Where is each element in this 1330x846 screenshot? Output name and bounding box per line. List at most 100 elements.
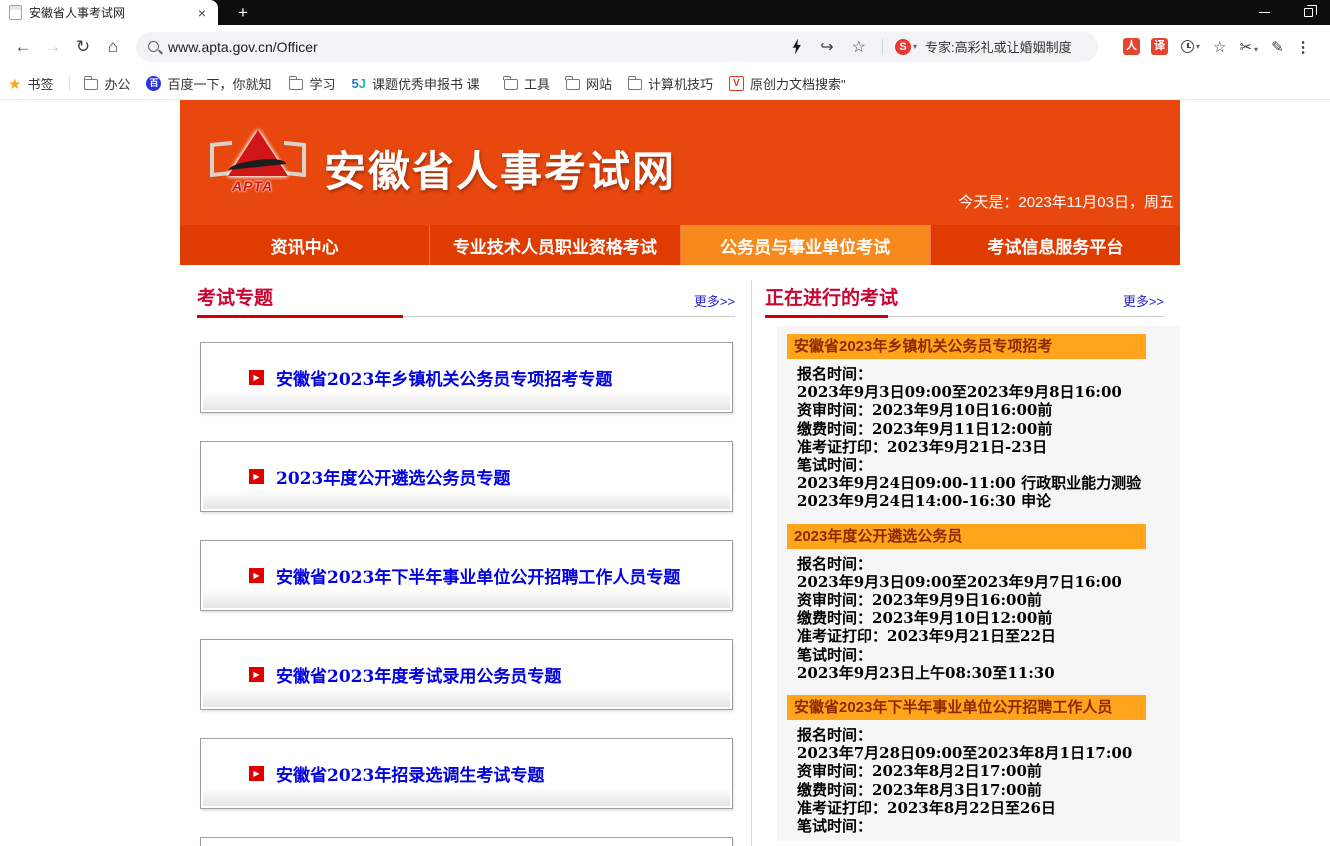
bookmark-keti[interactable]: 5J 课题优秀申报书 课 — [352, 74, 488, 93]
browser-tab[interactable]: 安徽省人事考试网 × — [0, 0, 218, 25]
bookmark-folder-sites[interactable]: 网站 — [566, 74, 612, 93]
play-icon: ▶ — [249, 667, 264, 682]
refresh-button[interactable]: ↻ — [68, 37, 98, 57]
maximize-button[interactable] — [1286, 4, 1330, 22]
topic-link[interactable]: 2023年度公开遴选公务员专题 — [276, 464, 510, 489]
favorites-star-icon[interactable]: ☆ — [1213, 38, 1226, 56]
exam-detail-line: 报名时间： — [787, 726, 1180, 744]
bookmark-folder-office[interactable]: 办公 — [84, 74, 130, 93]
ongoing-exams-column: 正在进行的考试 更多>> 安徽省2023年乡镇机关公务员专项招考 报名时间： 2… — [752, 265, 1180, 841]
site-title: 安徽省人事考试网 — [324, 138, 676, 199]
exam-detail-line: 2023年9月3日09:00至2023年9月7日16:00 — [787, 573, 1180, 591]
list-item[interactable]: ▶ 安徽省2023年下半年事业单位公开招聘工作人员专题 — [200, 540, 733, 611]
bookmark-baidu[interactable]: 百 百度一下，你就知 — [146, 74, 273, 93]
exam-detail-line: 报名时间： — [787, 555, 1180, 573]
browser-window: 安徽省人事考试网 × + ← → ↻ ⌂ www.apta.gov.cn/Off… — [0, 0, 1330, 846]
exam-detail-line: 报名时间： — [787, 365, 1180, 383]
history-button[interactable]: ▾ — [1181, 40, 1200, 53]
list-item[interactable]: ▶ 安徽省2023年乡镇机关公务员专项招考专题 — [200, 342, 733, 413]
bookmarks-root[interactable]: ★ 书签 — [8, 74, 53, 93]
5j-icon: 5J — [352, 76, 366, 91]
nav-item-exam-service-platform[interactable]: 考试信息服务平台 — [930, 225, 1180, 265]
more-link[interactable]: 更多>> — [1123, 291, 1164, 310]
url-text[interactable]: www.apta.gov.cn/Officer — [168, 39, 773, 55]
pen-icon[interactable]: ✎ — [1271, 38, 1284, 56]
exam-detail-line: 资审时间：2023年8月2日17:00前 — [787, 762, 1180, 780]
page-viewport: APTA 安徽省人事考试网 今天是：2023年11月03日，周五 资讯中心 专业… — [0, 100, 1330, 846]
nav-item-civil-servant-exams[interactable]: 公务员与事业单位考试 — [680, 225, 930, 265]
main-content: 考试专题 更多>> ▶ 安徽省2023年乡镇机关公务员专项招考专题 ▶ 2023… — [180, 265, 1180, 846]
maximize-icon — [1304, 8, 1313, 17]
section-underline — [765, 315, 888, 318]
chevron-down-icon: ▾ — [1254, 45, 1258, 54]
browser-menu-icon[interactable]: ⋮ — [1296, 38, 1311, 56]
bookmark-folder-tools[interactable]: 工具 — [504, 74, 550, 93]
tab-close-icon[interactable]: × — [194, 5, 210, 21]
tab-strip: 安徽省人事考试网 × + — [0, 0, 1330, 25]
exam-topics-list: ▶ 安徽省2023年乡镇机关公务员专项招考专题 ▶ 2023年度公开遴选公务员专… — [200, 342, 752, 846]
exam-detail-line: 2023年9月24日14:00-16:30 申论 — [787, 492, 1180, 510]
section-underline — [197, 315, 403, 318]
exam-topics-column: 考试专题 更多>> ▶ 安徽省2023年乡镇机关公务员专项招考专题 ▶ 2023… — [180, 265, 752, 846]
forward-button[interactable]: → — [38, 37, 68, 57]
lightning-icon[interactable] — [791, 39, 802, 55]
list-item[interactable]: ▶ 安徽省2023年度考试录用公务员专题 — [200, 639, 733, 710]
bookmark-folder-computer-tips[interactable]: 计算机技巧 — [628, 74, 713, 93]
topic-link[interactable]: 安徽省2023年下半年事业单位公开招聘工作人员专题 — [276, 563, 680, 588]
exam-block: 2023年度公开遴选公务员 报名时间： 2023年9月3日09:00至2023年… — [787, 524, 1180, 682]
folder-icon — [289, 79, 303, 90]
exam-banner[interactable]: 安徽省2023年乡镇机关公务员专项招考 — [787, 334, 1146, 359]
play-icon: ▶ — [249, 370, 264, 385]
date-line: 今天是：2023年11月03日，周五 — [958, 191, 1174, 212]
share-icon[interactable]: ↪ — [820, 37, 833, 57]
news-ticker-text[interactable]: 专家:高彩礼或让婚姻制度 — [925, 37, 1088, 56]
home-button[interactable]: ⌂ — [98, 37, 128, 57]
browser-toolbar: ← → ↻ ⌂ www.apta.gov.cn/Officer ↪ ☆ S ▾ … — [0, 25, 1330, 68]
exam-topics-header: 考试专题 更多>> — [197, 283, 735, 317]
chevron-down-icon: ▾ — [1196, 42, 1200, 51]
list-item[interactable]: ▶ 2023年度公开遴选公务员专题 — [200, 441, 733, 512]
topic-link[interactable]: 安徽省2023年招录选调生考试专题 — [276, 761, 544, 786]
exam-detail-line: 笔试时间： — [787, 817, 1180, 835]
new-tab-button[interactable]: + — [238, 2, 248, 23]
topic-link[interactable]: 安徽省2023年度考试录用公务员专题 — [276, 662, 561, 687]
more-link[interactable]: 更多>> — [694, 291, 735, 310]
clock-icon — [1181, 40, 1194, 53]
pdf-extension-icon[interactable]: 人 — [1123, 38, 1140, 55]
bookmark-folder-study[interactable]: 学习 — [289, 74, 335, 93]
tab-favicon-icon — [9, 5, 22, 20]
minimize-button[interactable] — [1242, 4, 1286, 22]
play-icon: ▶ — [249, 568, 264, 583]
exam-banner[interactable]: 2023年度公开遴选公务员 — [787, 524, 1146, 549]
back-button[interactable]: ← — [8, 37, 38, 57]
nav-item-news-center[interactable]: 资讯中心 — [180, 225, 429, 265]
exam-banner[interactable]: 安徽省2023年下半年事业单位公开招聘工作人员 — [787, 695, 1146, 720]
exam-detail-line: 缴费时间：2023年8月3日17:00前 — [787, 781, 1180, 799]
book118-icon: V — [729, 76, 744, 91]
nav-item-professional-exams[interactable]: 专业技术人员职业资格考试 — [429, 225, 679, 265]
topic-link[interactable]: 安徽省2023年乡镇机关公务员专项招考专题 — [276, 365, 612, 390]
minimize-icon — [1259, 12, 1270, 13]
search-icon — [148, 41, 159, 52]
exam-detail-line: 2023年9月23日上午08:30至11:30 — [787, 664, 1180, 682]
bookmark-book118[interactable]: V 原创力文档搜索" — [729, 74, 862, 93]
exam-detail-line: 准考证打印：2023年9月21日-23日 — [787, 438, 1180, 456]
folder-icon — [566, 79, 580, 90]
list-item[interactable]: ▶ 安徽省2023年招录选调生考试专题 — [200, 738, 733, 809]
scissors-icon[interactable]: ✂▾ — [1239, 38, 1258, 56]
exam-detail-line: 准考证打印：2023年9月21日至22日 — [787, 627, 1180, 645]
folder-icon — [504, 79, 518, 90]
section-title: 正在进行的考试 — [765, 283, 898, 310]
address-bar[interactable]: www.apta.gov.cn/Officer ↪ ☆ S ▾ 专家:高彩礼或让… — [136, 32, 1098, 62]
chevron-down-icon[interactable]: ▾ — [913, 42, 917, 51]
translate-extension-icon[interactable]: 译 — [1151, 38, 1168, 55]
bookmark-star-icon[interactable]: ☆ — [852, 37, 866, 57]
main-navigation: 资讯中心 专业技术人员职业资格考试 公务员与事业单位考试 考试信息服务平台 — [180, 225, 1180, 265]
news-badge-icon[interactable]: S — [895, 39, 911, 55]
star-icon: ★ — [8, 75, 21, 93]
folder-icon — [84, 79, 98, 90]
exam-detail-line: 2023年9月3日09:00至2023年9月8日16:00 — [787, 383, 1180, 401]
list-item-partial[interactable] — [200, 837, 733, 846]
site-masthead: APTA 安徽省人事考试网 今天是：2023年11月03日，周五 — [180, 100, 1180, 225]
window-controls — [1242, 0, 1330, 25]
